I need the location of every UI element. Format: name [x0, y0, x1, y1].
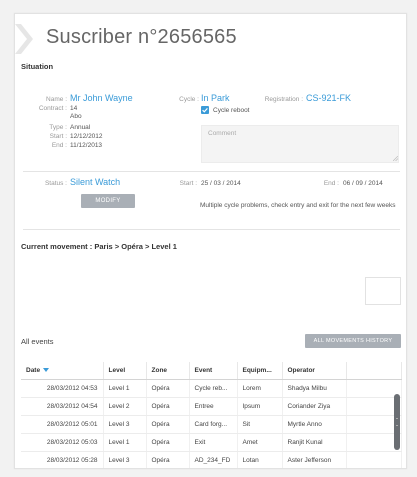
- table-row[interactable]: 28/03/2012 05:03 Level 1 Opéra Exit Amet…: [21, 433, 402, 452]
- status-start-label: Start :: [179, 180, 197, 187]
- cell-zone: Opéra: [146, 451, 190, 468]
- cell-equipment: Ipsum: [237, 397, 283, 416]
- cell-spacer: [346, 451, 402, 468]
- cell-operator: Ranjit Kunal: [282, 433, 347, 452]
- all-events-heading: All events: [21, 337, 54, 346]
- type-value: Annual: [70, 124, 91, 131]
- divider: [23, 171, 400, 172]
- cell-date: 28/03/2012 05:03: [21, 433, 104, 452]
- start-value: 12/12/2012: [70, 133, 103, 140]
- cell-date: 28/03/2012 05:28: [21, 451, 104, 468]
- status-start-value: 25 / 03 / 2014: [201, 180, 241, 187]
- table-row[interactable]: 28/03/2012 04:53 Level 1 Opéra Cycle reb…: [21, 379, 402, 398]
- cell-equipment: Lotan: [237, 451, 283, 468]
- type-label: Type :: [49, 124, 67, 131]
- table-row[interactable]: 28/03/2012 04:54 Level 2 Opéra Entree Ip…: [21, 397, 402, 416]
- cell-spacer: [346, 379, 402, 398]
- divider: [23, 229, 400, 230]
- resize-handle-icon[interactable]: [393, 156, 398, 161]
- cell-zone: Opéra: [146, 397, 190, 416]
- column-header-label: Date: [26, 366, 41, 374]
- page-title: Suscriber n°2656565: [46, 26, 237, 48]
- cell-zone: Opéra: [146, 433, 190, 452]
- end-label: End :: [51, 142, 67, 149]
- table-header-row: Date Level Zone Event Equipm... Operator: [21, 362, 402, 380]
- cell-event: AD_234_FD: [189, 451, 238, 468]
- name-link[interactable]: Mr John Wayne: [70, 93, 133, 103]
- cell-level: Level 1: [103, 379, 147, 398]
- cell-equipment: Amet: [237, 433, 283, 452]
- cell-date: 28/03/2012 05:01: [21, 415, 104, 434]
- modify-button[interactable]: MODIFY: [81, 194, 135, 208]
- cell-level: Level 1: [103, 433, 147, 452]
- column-header-date[interactable]: Date: [21, 362, 104, 380]
- events-table: Date Level Zone Event Equipm... Operator…: [21, 362, 402, 468]
- map-placeholder-box: [365, 277, 401, 305]
- column-header-level[interactable]: Level: [103, 362, 147, 380]
- cell-spacer: [346, 415, 402, 434]
- cell-event: Entree: [189, 397, 238, 416]
- cell-level: Level 3: [103, 451, 147, 468]
- name-label: Name :: [46, 96, 67, 103]
- status-link[interactable]: Silent Watch: [70, 177, 120, 187]
- cell-operator: Shadya Milbu: [282, 379, 347, 398]
- cell-zone: Opéra: [146, 379, 190, 398]
- table-row[interactable]: 28/03/2012 05:28 Level 3 Opéra AD_234_FD…: [21, 451, 402, 468]
- cell-date: 28/03/2012 04:54: [21, 397, 104, 416]
- cell-operator: Myrtle Anno: [282, 415, 347, 434]
- table-scrollbar[interactable]: [394, 394, 400, 450]
- status-end-label: End :: [323, 180, 339, 187]
- cycle-reboot-checkbox[interactable]: [201, 106, 209, 114]
- check-icon: [202, 107, 208, 113]
- current-movement: Current movement : Paris > Opéra > Level…: [21, 242, 177, 251]
- cell-event: Cycle reb...: [189, 379, 238, 398]
- cycle-link[interactable]: In Park: [201, 93, 230, 103]
- cell-date: 28/03/2012 04:53: [21, 379, 104, 398]
- cycle-reboot-label: Cycle reboot: [213, 107, 250, 114]
- all-movements-history-button[interactable]: ALL MOVEMENTS HISTORY: [305, 334, 401, 348]
- current-movement-label: Current movement :: [21, 242, 93, 251]
- current-movement-path: Paris > Opéra > Level 1: [94, 242, 177, 251]
- subscriber-panel: Suscriber n°2656565 Situation Name : Mr …: [14, 13, 407, 469]
- situation-heading: Situation: [21, 62, 54, 71]
- cell-level: Level 2: [103, 397, 147, 416]
- cell-event: Card forg...: [189, 415, 238, 434]
- start-label: Start :: [49, 133, 67, 140]
- cell-operator: Coriander Ziya: [282, 397, 347, 416]
- sort-down-icon: [43, 368, 50, 373]
- column-header-equipment[interactable]: Equipm...: [237, 362, 283, 380]
- chevron-right-icon: [15, 24, 33, 54]
- table-row[interactable]: 28/03/2012 05:01 Level 3 Opéra Card forg…: [21, 415, 402, 434]
- column-header-event[interactable]: Event: [189, 362, 238, 380]
- column-header-spacer: [346, 362, 402, 380]
- registration-label: Registration :: [264, 96, 303, 103]
- cell-equipment: Sit: [237, 415, 283, 434]
- cell-event: Exit: [189, 433, 238, 452]
- registration-link[interactable]: CS-921-FK: [306, 93, 351, 103]
- comment-textarea[interactable]: Comment: [201, 125, 399, 163]
- end-value: 11/12/2013: [70, 142, 103, 149]
- contract-sub: Abo: [70, 113, 82, 120]
- cell-operator: Aster Jefferson: [282, 451, 347, 468]
- column-header-operator[interactable]: Operator: [282, 362, 347, 380]
- status-end-value: 06 / 09 / 2014: [343, 180, 383, 187]
- status-warning: Multiple cycle problems, check entry and…: [200, 202, 396, 209]
- column-header-zone[interactable]: Zone: [146, 362, 190, 380]
- cycle-label: Cycle :: [179, 96, 199, 103]
- contract-value: 14: [70, 105, 78, 112]
- cell-spacer: [346, 397, 402, 416]
- cell-equipment: Lorem: [237, 379, 283, 398]
- contract-label: Contract :: [38, 105, 67, 112]
- status-label: Status :: [44, 180, 67, 187]
- cell-zone: Opéra: [146, 415, 190, 434]
- scrollbar-grip-icon: [396, 418, 398, 426]
- cell-level: Level 3: [103, 415, 147, 434]
- cell-spacer: [346, 433, 402, 452]
